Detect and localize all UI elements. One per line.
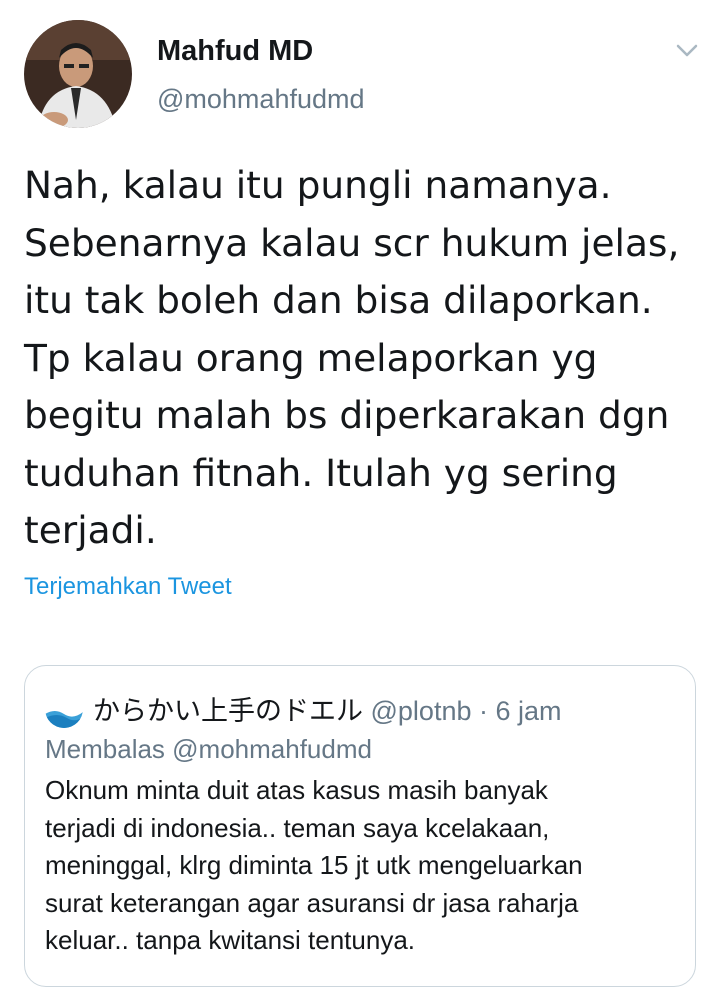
quoted-tweet[interactable]: からかい上手のドエル @plotnb · 6 jam Membalas @moh… bbox=[24, 665, 696, 987]
quoted-author-avatar[interactable] bbox=[45, 690, 83, 728]
quoted-tweet-text: Oknum minta duit atas kasus masih banyak… bbox=[45, 775, 583, 955]
author-avatar[interactable] bbox=[24, 20, 132, 128]
author-name[interactable]: Mahfud MD bbox=[157, 35, 313, 68]
quoted-replying-to: Membalas @mohmahfudmd bbox=[45, 734, 372, 764]
profile-photo-icon bbox=[24, 20, 132, 128]
author-handle[interactable]: @mohmahfudmd bbox=[157, 84, 365, 115]
quoted-profile-photo-icon bbox=[45, 690, 83, 728]
translate-tweet-link[interactable]: Terjemahkan Tweet bbox=[24, 573, 232, 601]
chevron-down-icon[interactable] bbox=[676, 44, 698, 58]
quoted-header: からかい上手のドエル @plotnb · 6 jam bbox=[93, 689, 562, 728]
quoted-author-name[interactable]: からかい上手のドエル bbox=[93, 696, 363, 727]
tweet-text: Nah, kalau itu pungli namanya. Sebenarny… bbox=[24, 163, 680, 552]
quoted-handle-time: @plotnb · 6 jam bbox=[363, 696, 562, 726]
